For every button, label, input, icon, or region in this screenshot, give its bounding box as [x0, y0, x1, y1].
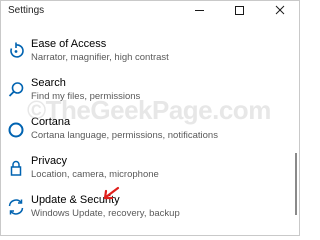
sync-icon	[7, 198, 25, 216]
settings-item-label: Privacy	[31, 155, 68, 167]
maximize-button[interactable]	[219, 1, 259, 23]
settings-item-privacy[interactable]: Privacy Location, camera, microphone	[1, 155, 291, 195]
title-bar: Settings	[1, 1, 299, 23]
settings-item-label: Ease of Access	[31, 38, 107, 50]
settings-item-label: Search	[31, 77, 66, 89]
settings-window: Settings Ease of Access Narrator, magnif…	[0, 0, 300, 236]
annotation-arrow-icon	[103, 186, 120, 200]
settings-item-description: Cortana language, permissions, notificat…	[31, 130, 218, 141]
close-icon	[275, 5, 285, 15]
close-button[interactable]	[259, 1, 299, 23]
settings-item-update-security[interactable]: Update & Security Windows Update, recove…	[1, 194, 291, 234]
settings-item-description: Location, camera, microphone	[31, 169, 159, 180]
watermark-text: ©TheGeekPage.com	[27, 95, 271, 125]
maximize-icon	[235, 6, 244, 15]
settings-item-description: Windows Update, recovery, backup	[31, 208, 180, 219]
minimize-button[interactable]	[179, 1, 219, 23]
minimize-icon	[195, 10, 204, 11]
lock-icon	[7, 159, 25, 177]
settings-item-description: Narrator, magnifier, high contrast	[31, 52, 169, 63]
settings-item-ease-of-access[interactable]: Ease of Access Narrator, magnifier, high…	[1, 38, 291, 78]
search-icon	[7, 81, 25, 99]
cortana-icon	[7, 121, 25, 139]
scrollbar-thumb[interactable]	[295, 153, 297, 215]
window-title: Settings	[8, 5, 45, 16]
ease-of-access-icon	[7, 42, 25, 60]
